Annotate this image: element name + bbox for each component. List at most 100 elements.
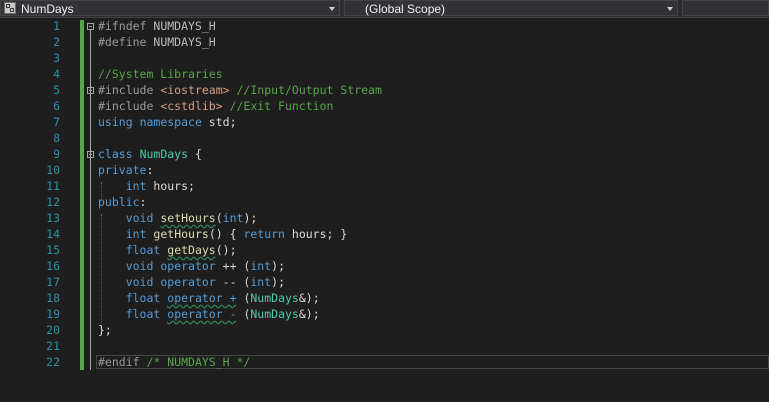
code-line[interactable]: 12 public:	[0, 194, 769, 210]
code-text: void operator -- (int);	[98, 274, 285, 290]
code-token: {	[188, 147, 202, 161]
code-token: //Input/Output Stream	[229, 83, 382, 97]
line-number: 13	[46, 211, 60, 225]
code-token: using	[98, 115, 133, 129]
code-line[interactable]: 22 #endif /* NUMDAYS_H */	[0, 354, 769, 370]
line-number: 8	[53, 131, 60, 145]
code-line[interactable]: 4 //System Libraries	[0, 66, 769, 82]
line-number: 18	[46, 291, 60, 305]
code-token: operator -	[167, 307, 237, 321]
code-token: void	[125, 275, 154, 289]
line-number: 6	[53, 99, 60, 113]
line-number: 17	[46, 275, 60, 289]
code-token: #ifndef	[98, 19, 147, 33]
line-number: 9	[53, 147, 60, 161]
chevron-down-icon	[667, 7, 673, 11]
code-line[interactable]: 3	[0, 50, 769, 66]
code-line[interactable]: 2 #define NUMDAYS_H	[0, 34, 769, 50]
code-token: NumDays	[250, 307, 299, 321]
code-text: #include <cstdlib> //Exit Function	[98, 98, 333, 114]
class-icon	[4, 2, 16, 14]
class-dropdown[interactable]: NumDays	[0, 0, 340, 16]
code-line[interactable]: 8	[0, 130, 769, 146]
code-editor[interactable]: 1 #ifndef NUMDAYS_H 2 #define NUMDAYS_H 3 4 //…	[0, 18, 769, 402]
code-token: class	[98, 147, 133, 161]
code-token: //Exit Function	[222, 99, 334, 113]
code-token: /* NUMDAYS_H */	[146, 355, 251, 369]
code-token: void	[125, 211, 154, 225]
code-token: () {	[208, 227, 244, 241]
code-token: NUMDAYS_H	[146, 19, 216, 33]
line-number: 16	[46, 259, 60, 273]
code-line[interactable]: 14 int getHours() { return hours; }	[0, 226, 769, 242]
code-token: namespace	[139, 115, 202, 129]
line-number: 2	[53, 35, 60, 49]
code-token: int	[125, 179, 147, 193]
code-token: int	[125, 227, 147, 241]
code-line[interactable]: 19 float operator - (NumDays&);	[0, 306, 769, 322]
code-line[interactable]: 17 void operator -- (int);	[0, 274, 769, 290]
code-text: int hours;	[98, 178, 195, 194]
code-text: using namespace std;	[98, 114, 237, 130]
code-token: );	[243, 211, 258, 225]
code-token: (	[236, 291, 251, 305]
code-token: NumDays	[250, 291, 299, 305]
code-token: setHours	[160, 211, 216, 225]
class-dropdown-label: NumDays	[21, 2, 74, 16]
code-token: operator	[160, 275, 216, 289]
code-line[interactable]: 15 float getDays();	[0, 242, 769, 258]
code-line[interactable]: 18 float operator + (NumDays&);	[0, 290, 769, 306]
code-token: float	[125, 307, 161, 321]
code-token: int	[222, 211, 244, 225]
code-text: public:	[98, 194, 146, 210]
code-text: //System Libraries	[98, 66, 223, 82]
code-token: <cstdlib>	[160, 99, 223, 113]
code-token: (	[236, 307, 251, 321]
code-line[interactable]: 16 void operator ++ (int);	[0, 258, 769, 274]
code-token: <iostream>	[160, 83, 230, 97]
code-token: return	[243, 227, 285, 241]
code-text: void operator ++ (int);	[98, 258, 285, 274]
code-line[interactable]: 5 #include <iostream> //Input/Output Stre…	[0, 82, 769, 98]
code-token: ();	[215, 243, 237, 257]
navigation-bar: NumDays (Global Scope)	[0, 0, 769, 18]
code-token: float	[125, 291, 161, 305]
scope-dropdown[interactable]: (Global Scope)	[344, 0, 678, 16]
code-token: (	[215, 211, 223, 225]
code-token: float	[125, 243, 161, 257]
line-number: 7	[53, 115, 60, 129]
scope-dropdown-label: (Global Scope)	[365, 2, 446, 16]
code-token: hours; }	[284, 227, 348, 241]
code-line[interactable]: 13 void setHours(int);	[0, 210, 769, 226]
code-token: operator +	[167, 291, 237, 305]
line-number: 4	[53, 67, 60, 81]
code-text: int getHours() { return hours; }	[98, 226, 348, 242]
code-token: int	[250, 275, 272, 289]
code-line[interactable]: 21	[0, 338, 769, 354]
line-number: 11	[46, 179, 60, 193]
code-line[interactable]: 11 int hours;	[0, 178, 769, 194]
code-text: float getDays();	[98, 242, 237, 258]
code-line[interactable]: 6 #include <cstdlib> //Exit Function	[0, 98, 769, 114]
code-text: #include <iostream> //Input/Output Strea…	[98, 82, 382, 98]
code-line[interactable]: 1 #ifndef NUMDAYS_H	[0, 18, 769, 34]
member-dropdown[interactable]	[682, 0, 769, 16]
code-line[interactable]: 20};	[0, 322, 769, 338]
code-line[interactable]: 7 using namespace std;	[0, 114, 769, 130]
code-line[interactable]: 10 private:	[0, 162, 769, 178]
line-number: 22	[46, 355, 60, 369]
code-token: );	[271, 259, 285, 273]
code-token: //System Libraries	[98, 67, 223, 81]
line-number: 15	[46, 243, 60, 257]
code-token: ++ (	[215, 259, 251, 273]
code-line[interactable]: 9 class NumDays {	[0, 146, 769, 162]
code-token: getDays	[167, 243, 216, 257]
